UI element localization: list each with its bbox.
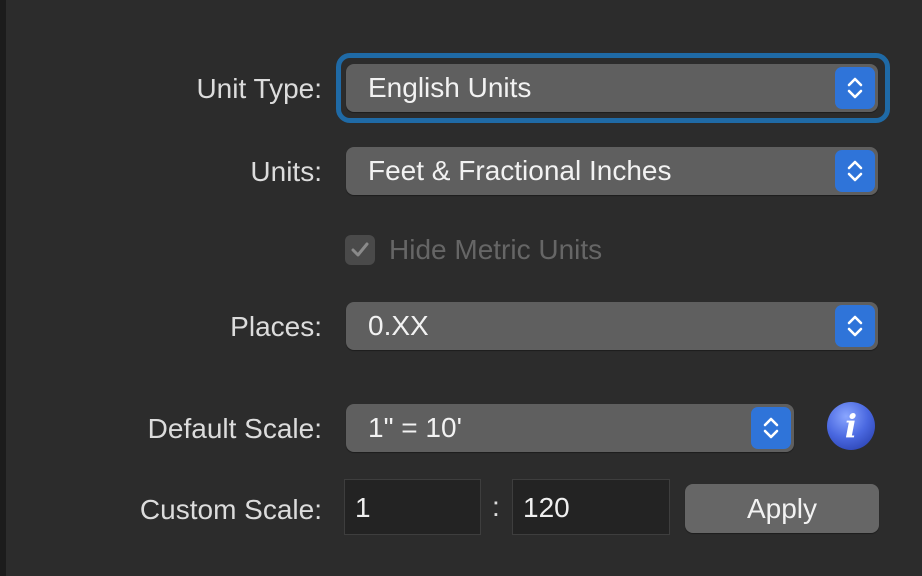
units-popup[interactable]: Feet & Fractional Inches [346,147,878,195]
up-down-chevron-icon [835,305,875,347]
default-scale-label: Default Scale: [147,413,322,444]
custom-scale-label: Custom Scale: [139,494,322,525]
hide-metric-units-checkbox[interactable] [345,235,375,265]
unit-type-label: Unit Type: [196,73,322,104]
up-down-chevron-icon [835,150,875,192]
places-value: 0.XX [368,310,429,341]
up-down-chevron-icon [835,67,875,109]
units-preferences-panel: Unit Type: English Units Units: Feet & F… [0,0,922,576]
unit-type-value: English Units [368,72,532,103]
svg-text:i: i [845,407,857,445]
default-scale-popup[interactable]: 1" = 10' [346,404,794,452]
units-value: Feet & Fractional Inches [368,155,672,186]
window-edge [0,0,6,576]
info-icon[interactable]: i [826,401,876,451]
apply-button[interactable]: Apply [685,484,879,533]
custom-scale-denominator-field[interactable]: 120 [512,479,670,535]
places-label: Places: [230,311,322,342]
unit-type-popup[interactable]: English Units [346,64,878,112]
default-scale-value: 1" = 10' [368,412,462,443]
hide-metric-units-label: Hide Metric Units [389,234,603,265]
checkmark-icon [351,242,369,257]
hide-metric-units-row: Hide Metric Units [345,230,602,270]
units-label: Units: [250,156,322,187]
custom-scale-numerator-field[interactable]: 1 [344,479,481,535]
up-down-chevron-icon [751,407,791,449]
places-popup[interactable]: 0.XX [346,302,878,350]
custom-scale-separator: : [492,491,500,522]
